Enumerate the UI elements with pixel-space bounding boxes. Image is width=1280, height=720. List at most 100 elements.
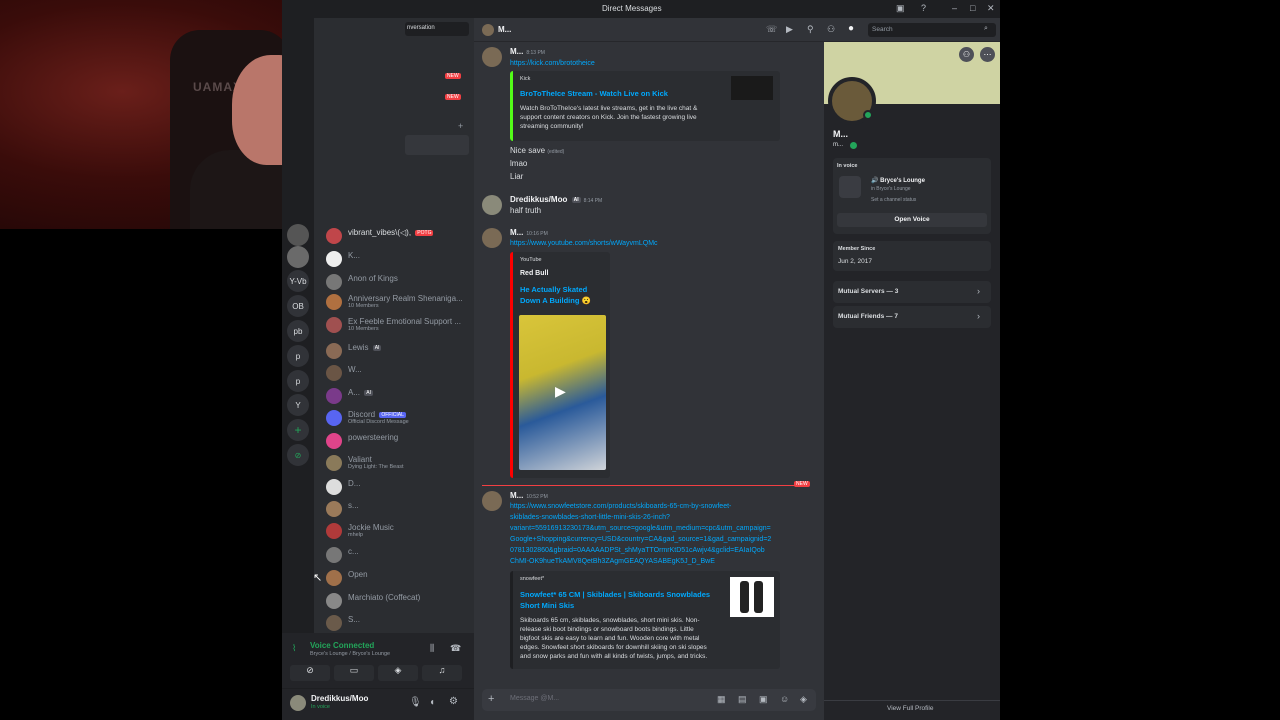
mic-icon[interactable]: 🎙 (409, 697, 422, 708)
embed-title[interactable]: Snowfeet* 65 CM | Skiblades | Skiboards … (520, 589, 710, 600)
dm-group-item[interactable]: Anniversary Realm Shenaniga... 10 Members (322, 292, 472, 312)
dm-item-discord[interactable]: Discord OFFICIAL Official Discord Message (322, 408, 472, 428)
dm-item[interactable]: Marchiato (Coffecat) (322, 591, 472, 611)
headphones-icon[interactable]: ◖ (429, 697, 435, 708)
disconnect-icon[interactable]: ☎ (450, 643, 461, 654)
message-link[interactable]: variant=55916913230173&utm_source=google… (510, 524, 771, 535)
mutual-friends-button[interactable]: Mutual Friends — 7 › (833, 306, 991, 328)
view-full-profile-link[interactable]: View Full Profile (887, 705, 933, 712)
dm-item[interactable]: Lewis AI (322, 341, 472, 361)
add-friend-icon[interactable]: ⚇ (959, 47, 974, 62)
find-conversation-button[interactable]: nversation (405, 22, 469, 36)
add-dm-icon[interactable]: + (458, 121, 463, 131)
voice-channel[interactable]: Bryce's Lounge / Bryce's Lounge (310, 651, 390, 657)
dm-item[interactable]: s... (322, 499, 472, 519)
pin-icon[interactable]: ⚲ (807, 24, 814, 35)
add-server-icon[interactable]: + (287, 419, 309, 441)
inbox-icon[interactable]: ▣ (896, 3, 905, 14)
maximize-icon[interactable]: □ (970, 3, 975, 13)
noise-suppression-icon[interactable]: ⫼ (430, 643, 434, 654)
avatar (482, 24, 494, 36)
attach-plus-icon[interactable]: + (488, 693, 494, 705)
embed-title[interactable]: BroToTheIce Stream - Watch Live on Kick (520, 88, 668, 99)
channel-status[interactable]: Set a channel status (871, 197, 916, 203)
play-icon[interactable]: ▶ (555, 383, 566, 400)
help-icon[interactable]: ? (921, 3, 926, 13)
user-profile-icon[interactable]: ● (848, 23, 854, 34)
message-input[interactable]: Message @M... (510, 695, 559, 702)
message-author[interactable]: Dredikkus/Moo AI 8:14 PM (510, 195, 602, 204)
message-link[interactable]: ChMI-OK9hueTkAMV8QetBh3ZAgmGEAQYASABEgK5… (510, 557, 715, 568)
chat-header: M... ☏ ▶ ⚲ ⚇ ● Search ⌕ (474, 18, 1000, 42)
embed-title[interactable]: He Actually Skated Down A Building 😮 (520, 284, 600, 306)
selected-dm-item[interactable] (405, 135, 469, 155)
dm-item[interactable]: S... (322, 613, 472, 633)
message-link[interactable]: https://www.snowfeetstore.com/products/s… (510, 502, 731, 513)
server-ob[interactable]: OB (287, 295, 309, 317)
server-yvb[interactable]: Y-Vb (287, 270, 309, 292)
server-p[interactable]: p (287, 345, 309, 367)
search-input[interactable]: Search ⌕ (868, 23, 996, 37)
avatar[interactable] (482, 491, 502, 511)
add-friends-icon[interactable]: ⚇ (827, 24, 835, 35)
embed-title[interactable]: Short Mini Skis (520, 600, 574, 611)
video-icon[interactable]: ▶ (786, 24, 793, 35)
dm-group-item[interactable]: Ex Feeble Emotional Support ... 10 Member… (322, 315, 472, 335)
message-link[interactable]: 0781302860&gbraid=0AAAAADPSt_shMyaTTOrmr… (510, 546, 765, 557)
new-messages-divider (482, 485, 808, 486)
dm-item[interactable]: D... (322, 477, 472, 497)
gift-icon[interactable]: ▦ (717, 694, 726, 705)
more-icon[interactable]: ⋯ (980, 47, 995, 62)
dm-item[interactable]: Open (322, 568, 472, 588)
avatar[interactable] (290, 695, 306, 711)
avatar[interactable] (482, 47, 502, 67)
server-p[interactable]: p (287, 370, 309, 392)
dm-item[interactable]: powersteering (322, 431, 472, 451)
message-text: Nice save (edited) (510, 146, 565, 155)
message-link[interactable]: https://kick.com/brototheice (510, 59, 595, 70)
server-icon[interactable] (287, 246, 309, 268)
message-text: Liar (510, 172, 524, 181)
dm-item[interactable]: c... (322, 545, 472, 565)
dm-item[interactable]: vibrant_vibes\(◁), POTG (322, 226, 472, 246)
message-author[interactable]: M... 10:16 PM (510, 228, 548, 237)
gear-icon[interactable]: ⚙ (449, 696, 458, 707)
avatar[interactable] (482, 228, 502, 248)
server-icon[interactable] (287, 224, 309, 246)
window-title: Direct Messages (602, 4, 662, 13)
embed-thumbnail[interactable] (731, 76, 773, 100)
dm-item[interactable]: Valiant Dying Light: The Beast (322, 453, 472, 473)
sticker-icon[interactable]: ▣ (759, 694, 768, 705)
soundboard-icon[interactable]: ♫ (422, 665, 462, 681)
message-text: lmao (510, 159, 528, 168)
message-link[interactable]: skiblades-snowblades-short-little-mini-s… (510, 513, 670, 524)
activity-icon[interactable]: ◈ (378, 665, 418, 681)
embed-thumbnail[interactable] (730, 577, 774, 617)
close-icon[interactable]: ✕ (987, 3, 995, 14)
minimize-icon[interactable]: – (952, 3, 957, 13)
dm-item[interactable]: W... (322, 363, 472, 383)
dm-item[interactable]: A... AI (322, 386, 472, 406)
avatar[interactable] (482, 195, 502, 215)
server-y[interactable]: Y (287, 394, 309, 416)
dm-item[interactable]: K... (322, 249, 472, 269)
apps-icon[interactable]: ◈ (800, 694, 807, 705)
gif-icon[interactable]: ▤ (738, 694, 747, 705)
emoji-icon[interactable]: ☺ (780, 694, 789, 704)
server-pb[interactable]: pb (287, 320, 309, 342)
dm-item[interactable]: Anon of Kings (322, 272, 472, 292)
screen-share-icon[interactable]: ▭ (334, 665, 374, 681)
message-author[interactable]: M... 10:52 PM (510, 491, 548, 500)
message-author[interactable]: M... 8:13 PM (510, 47, 545, 56)
discover-icon[interactable]: ⊘ (287, 444, 309, 466)
message-link[interactable]: https://www.youtube.com/shorts/wWayvmLQM… (510, 239, 658, 250)
dm-item[interactable]: Jockie Music mhelp (322, 521, 472, 541)
call-icon[interactable]: ☏ (766, 24, 777, 35)
online-status-indicator (863, 110, 873, 120)
camera-off-icon[interactable]: ⊘ (290, 665, 330, 681)
open-voice-button[interactable]: Open Voice (837, 213, 987, 227)
mutual-servers-button[interactable]: Mutual Servers — 3 › (833, 281, 991, 303)
embed-author[interactable]: Red Bull (520, 270, 548, 277)
message-link[interactable]: Google+Shopping&currency=USD&country=CA&… (510, 535, 771, 546)
video-thumbnail[interactable]: ▶ (519, 315, 606, 470)
